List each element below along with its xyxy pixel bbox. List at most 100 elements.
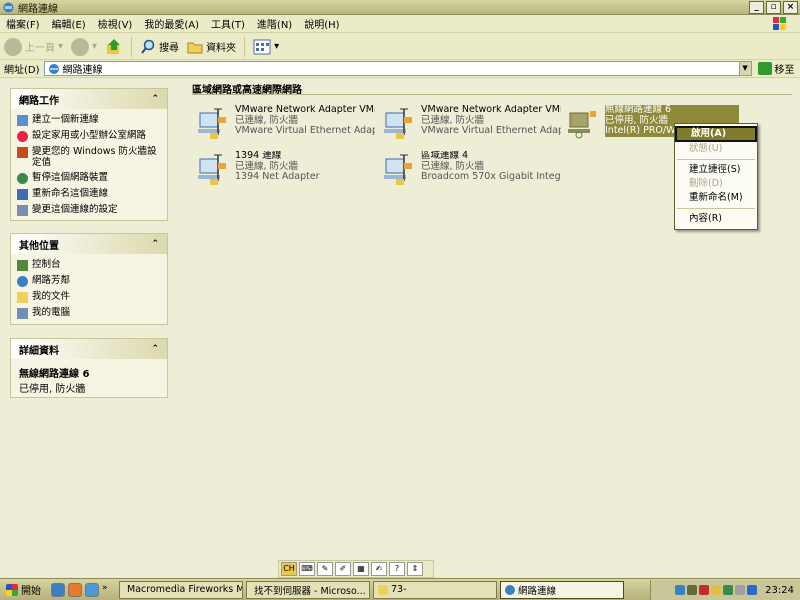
context-rename[interactable]: 重新命名(M) [675,191,757,205]
network-tasks-header[interactable]: 網路工作 ⌃ [11,89,167,109]
close-button[interactable]: × [783,1,798,14]
task-firewall-settings[interactable]: 變更您的 Windows 防火牆設定值 [11,144,167,170]
views-button[interactable]: ▾ [249,36,283,58]
other-places-panel: 其他位置 ⌃ 控制台 網路芳鄰 我的文件 我的電腦 [10,233,168,325]
details-connection-status: 已停用, 防火牆 [19,384,86,395]
folders-button[interactable]: 資料夾 [183,36,240,58]
collapse-chevron-icon[interactable]: ⌃ [151,94,159,104]
search-icon [141,39,155,54]
connection-adapter: VMware Virtual Ethernet Adapter f... [421,125,561,136]
internet-explorer-icon[interactable] [51,582,65,597]
options-icon[interactable]: ⇕ [407,562,423,576]
tray-vmware-icon[interactable] [687,585,698,595]
details-title: 詳細資料 [19,345,59,357]
task-network-connections[interactable]: 網路連線 [500,580,624,599]
task-home-network[interactable]: 設定家用或小型辦公室網路 [11,128,167,144]
my-documents-icon [17,292,28,303]
network-connections-icon [48,64,59,74]
address-dropdown-icon[interactable]: ▼ [738,62,751,75]
go-button[interactable]: 移至 [757,61,795,76]
connection-1394[interactable]: 1394 連線 已連線, 防火牆 1394 Net Adapter [194,151,374,191]
pen-icon[interactable]: ✐ [335,562,351,576]
search-button[interactable]: 搜尋 [136,36,183,58]
task-label: 變更您的 Windows 防火牆設定值 [32,146,157,168]
keyboard-icon[interactable]: ⌨ [299,562,315,576]
menu-tools[interactable]: 工具(T) [205,16,251,31]
menu-file[interactable]: 檔案(F) [0,16,46,31]
task-rename-connection[interactable]: 重新命名這個連線 [11,186,167,202]
address-input[interactable]: 網路連線 ▼ [43,61,752,76]
ime-pad-icon[interactable]: ▦ [353,562,369,576]
context-properties[interactable]: 內容(R) [675,212,757,226]
views-icon [253,39,271,54]
my-computer-icon [17,308,28,319]
task-label: 重新命名這個連線 [32,188,109,199]
menu-advanced[interactable]: 進階(N) [251,16,298,31]
lan-connection-icon [198,108,226,139]
connection-vmnet1[interactable]: VMware Network Adapter VMnet1 已連線, 防火牆 V… [194,105,375,145]
up-folder-icon [107,38,121,54]
help-icon[interactable]: ? [389,562,405,576]
quick-launch-more-icon[interactable]: » [102,583,116,597]
place-my-computer[interactable]: 我的電腦 [11,305,167,321]
tray-volume-icon[interactable] [711,585,722,595]
up-folder-button[interactable] [101,36,127,58]
title-bar[interactable]: 網路連線 _ ▫ × [0,0,800,15]
tray-shield-icon[interactable] [723,585,734,595]
task-change-settings[interactable]: 變更這個連線的設定 [11,202,167,218]
tray-antivirus-icon[interactable] [699,585,710,595]
place-control-panel[interactable]: 控制台 [11,257,167,273]
task-fireworks[interactable]: Macromedia Fireworks M... [119,580,243,599]
address-bar: 網址(D) 網路連線 ▼ 移至 [0,60,800,78]
taskbar: 開始 » Macromedia Fireworks M... 找不到伺服器 - … [0,578,800,600]
connection-local-4[interactable]: 區域連線 4 已連線, 防火牆 Broadcom 570x Gigabit In… [380,151,561,191]
back-button[interactable]: 上一頁 ▾ [0,36,67,58]
go-arrow-icon [757,62,772,75]
address-label: 網址(D) [4,65,40,76]
tray-network-icon[interactable] [675,585,686,595]
rename-icon [17,189,28,200]
place-network-neighborhood[interactable]: 網路芳鄰 [11,273,167,289]
lan-connection-icon [384,154,412,185]
start-button[interactable]: 開始 [0,580,47,600]
task-folder-73[interactable]: 73- [373,580,497,599]
handwriting-icon[interactable]: ✍ [371,562,387,576]
menu-help[interactable]: 說明(H) [298,16,345,31]
connection-name: 1394 連線 [235,151,282,161]
collapse-chevron-icon[interactable]: ⌃ [151,239,159,249]
settings-icon [17,205,28,216]
network-connections-icon [505,584,515,595]
tools-icon[interactable]: ✎ [317,562,333,576]
tray-security-icon[interactable] [735,585,746,595]
address-value: 網路連線 [62,65,103,76]
minimize-button[interactable]: _ [749,1,764,14]
task-label: 變更這個連線的設定 [32,204,118,215]
connection-vmnet8[interactable]: VMware Network Adapter VMnet8 已連線, 防火牆 V… [380,105,561,145]
menu-favorites[interactable]: 我的最愛(A) [138,16,205,31]
forward-button[interactable]: ▾ [67,36,101,58]
input-language-button[interactable]: CH [281,562,297,576]
context-enable[interactable]: 啟用(A) [675,126,757,142]
media-player-icon[interactable] [68,582,82,597]
collapse-chevron-icon[interactable]: ⌃ [151,344,159,354]
context-status[interactable]: 狀態(U) [675,142,757,156]
outlook-express-icon[interactable] [85,582,99,597]
maximize-button[interactable]: ▫ [766,1,781,14]
network-tasks-panel: 網路工作 ⌃ 建立一個新連線 設定家用或小型辦公室網路 變更您的 Windows… [10,88,168,221]
other-places-header[interactable]: 其他位置 ⌃ [11,234,167,254]
place-my-documents[interactable]: 我的文件 [11,289,167,305]
details-header[interactable]: 詳細資料 ⌃ [11,339,167,359]
quick-launch: » [51,582,116,597]
context-delete[interactable]: 刪除(D) [675,177,757,191]
tray-update-icon[interactable] [747,585,758,595]
task-disable-device[interactable]: 暫停這個網路裝置 [11,170,167,186]
task-label: Macromedia Fireworks M... [127,584,243,595]
menu-edit[interactable]: 編輯(E) [46,16,92,31]
task-browser[interactable]: 找不到伺服器 - Microso... [246,580,370,599]
context-create-shortcut[interactable]: 建立捷徑(S) [675,163,757,177]
menu-view[interactable]: 檢視(V) [92,16,139,31]
task-new-connection[interactable]: 建立一個新連線 [11,112,167,128]
window-title: 網路連線 [18,3,58,15]
windows-flag-icon [6,583,18,596]
context-separator [677,208,755,209]
